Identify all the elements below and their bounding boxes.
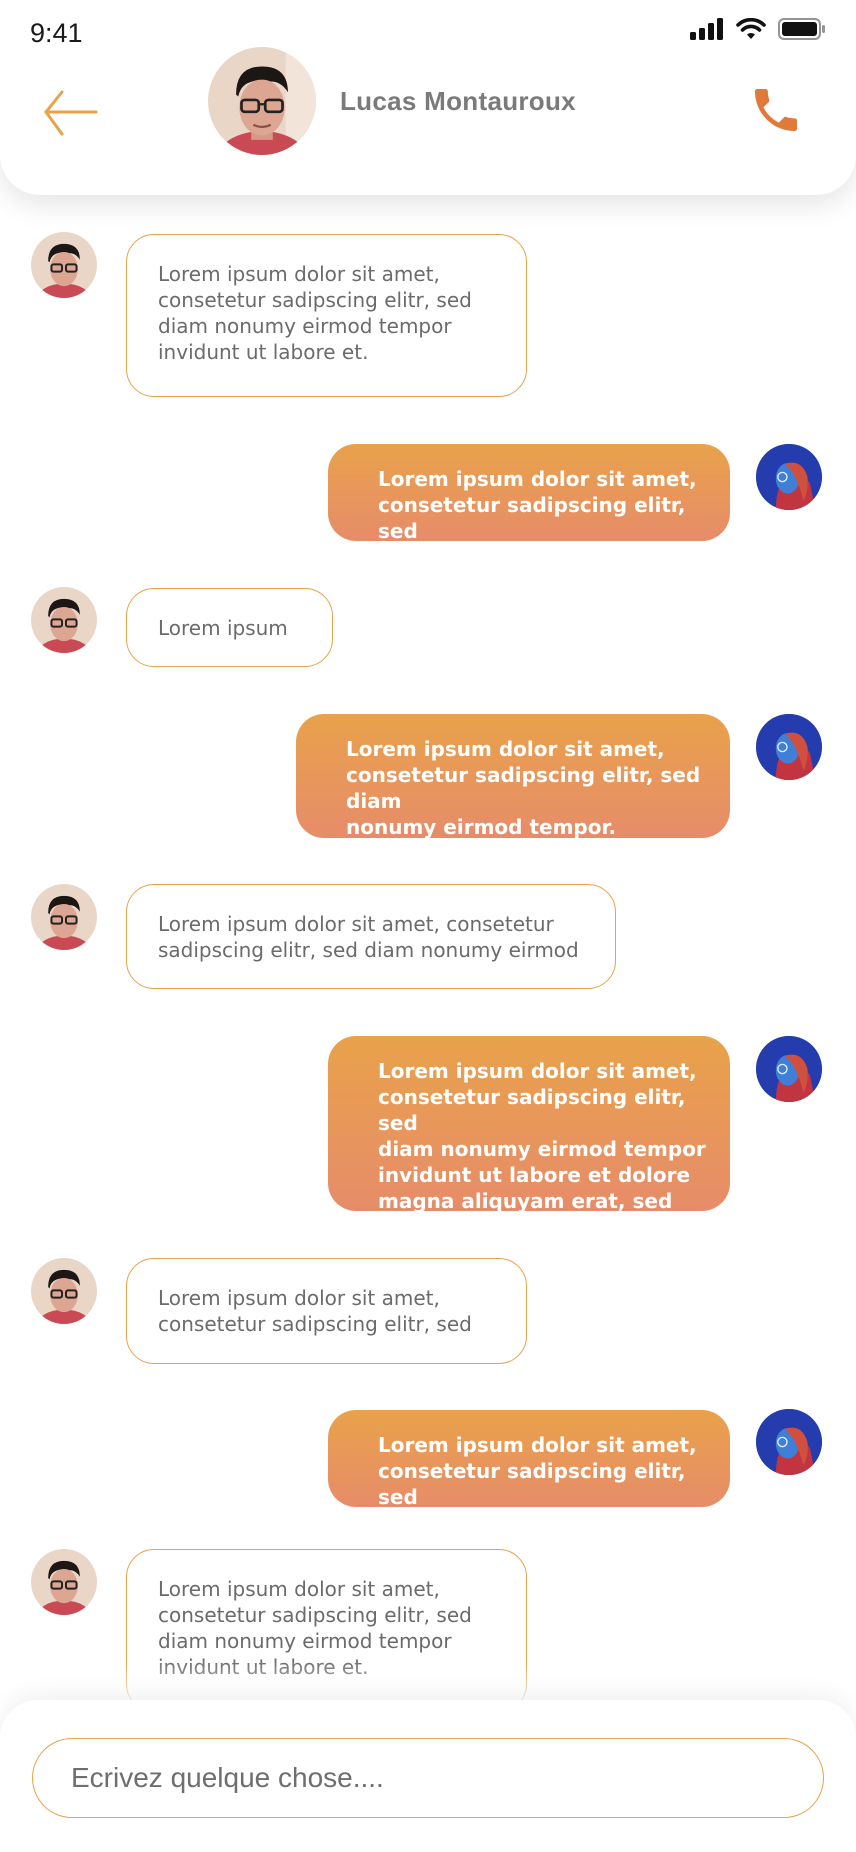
incoming-message[interactable]: Lorem ipsum dolor sit amet, consetetur s… xyxy=(126,884,616,989)
message-line: Lorem ipsum dolor sit amet, xyxy=(378,467,697,491)
message-line: Lorem ipsum dolor sit amet, xyxy=(378,1433,697,1457)
message-line: Lorem ipsum xyxy=(158,616,288,640)
status-time: 9:41 xyxy=(30,18,83,48)
message-line: consetetur sadipscing elitr, sed xyxy=(158,1603,472,1627)
my-avatar xyxy=(756,1036,822,1102)
incoming-message[interactable]: Lorem ipsum dolor sit amet, consetetur s… xyxy=(126,234,527,397)
contact-name: Lucas Montauroux xyxy=(340,86,576,116)
contact-avatar-small xyxy=(31,1549,97,1615)
my-avatar xyxy=(756,444,822,510)
contact-avatar[interactable] xyxy=(208,47,316,155)
message-input[interactable] xyxy=(32,1738,824,1818)
message-line: diam nonumy eirmod tempor xyxy=(378,1137,706,1161)
message-line: invidunt ut labore et. xyxy=(158,340,369,364)
outgoing-message[interactable]: Lorem ipsum dolor sit amet, consetetur s… xyxy=(328,1410,730,1509)
phone-icon xyxy=(755,89,797,131)
message-line: Lorem ipsum dolor sit amet, xyxy=(378,1059,697,1083)
outgoing-message[interactable]: Lorem ipsum dolor sit amet, consetetur s… xyxy=(328,1036,730,1239)
wifi-icon xyxy=(736,18,766,39)
contact-avatar-small xyxy=(31,232,97,298)
chat-screen: 9:41 Lucas Montauroux Lorem ipsum dolor … xyxy=(0,0,856,1852)
message-line: consetetur sadipscing elitr, sed xyxy=(378,1085,686,1135)
composer-bar xyxy=(0,1700,856,1852)
contact-avatar-small xyxy=(31,884,97,950)
call-button[interactable] xyxy=(748,82,804,138)
message-line: nonumy eirmod tempor. xyxy=(346,815,617,839)
incoming-message[interactable]: Lorem ipsum dolor sit amet, consetetur s… xyxy=(126,1258,527,1364)
message-line: Lorem ipsum dolor sit amet, xyxy=(158,262,440,286)
arrow-left-icon xyxy=(44,90,98,136)
message-line: consetetur sadipscing elitr, sed xyxy=(378,493,686,543)
message-line: invidunt ut labore et dolore xyxy=(378,1163,691,1187)
message-line: sadipscing elitr, sed diam nonumy eirmod xyxy=(158,938,579,962)
chat-header: 9:41 Lucas Montauroux xyxy=(0,0,856,195)
contact-avatar-small xyxy=(31,1258,97,1324)
message-line: diam nonumy eirmod tempor xyxy=(158,314,452,338)
signal-icon xyxy=(690,18,723,40)
message-line: Lorem ipsum dolor sit amet, xyxy=(158,1577,440,1601)
outgoing-message[interactable]: Lorem ipsum dolor sit amet, consetetur s… xyxy=(328,444,730,543)
contact-avatar-small xyxy=(31,587,97,653)
message-line: consetetur sadipscing elitr, sed diam xyxy=(346,763,701,813)
my-avatar xyxy=(756,1409,822,1475)
message-line: Lorem ipsum dolor sit amet, consetetur xyxy=(158,912,554,936)
message-line: Lorem ipsum dolor sit amet, xyxy=(346,737,665,761)
message-line: Lorem ipsum dolor sit amet, xyxy=(158,1286,440,1310)
battery-icon xyxy=(778,18,825,40)
back-button[interactable] xyxy=(40,80,100,144)
my-avatar xyxy=(756,714,822,780)
message-line: consetetur sadipscing elitr, sed xyxy=(158,288,472,312)
incoming-message[interactable]: Lorem ipsum xyxy=(126,588,333,667)
message-line: magna aliquyam erat, sed diam. xyxy=(378,1189,673,1239)
status-icons xyxy=(690,18,826,40)
message-line: consetetur sadipscing elitr, sed xyxy=(158,1312,472,1336)
message-line: consetetur sadipscing elitr, sed xyxy=(378,1459,686,1509)
outgoing-message[interactable]: Lorem ipsum dolor sit amet, consetetur s… xyxy=(296,714,730,839)
message-line: diam nonumy eirmod tempor xyxy=(158,1629,452,1653)
